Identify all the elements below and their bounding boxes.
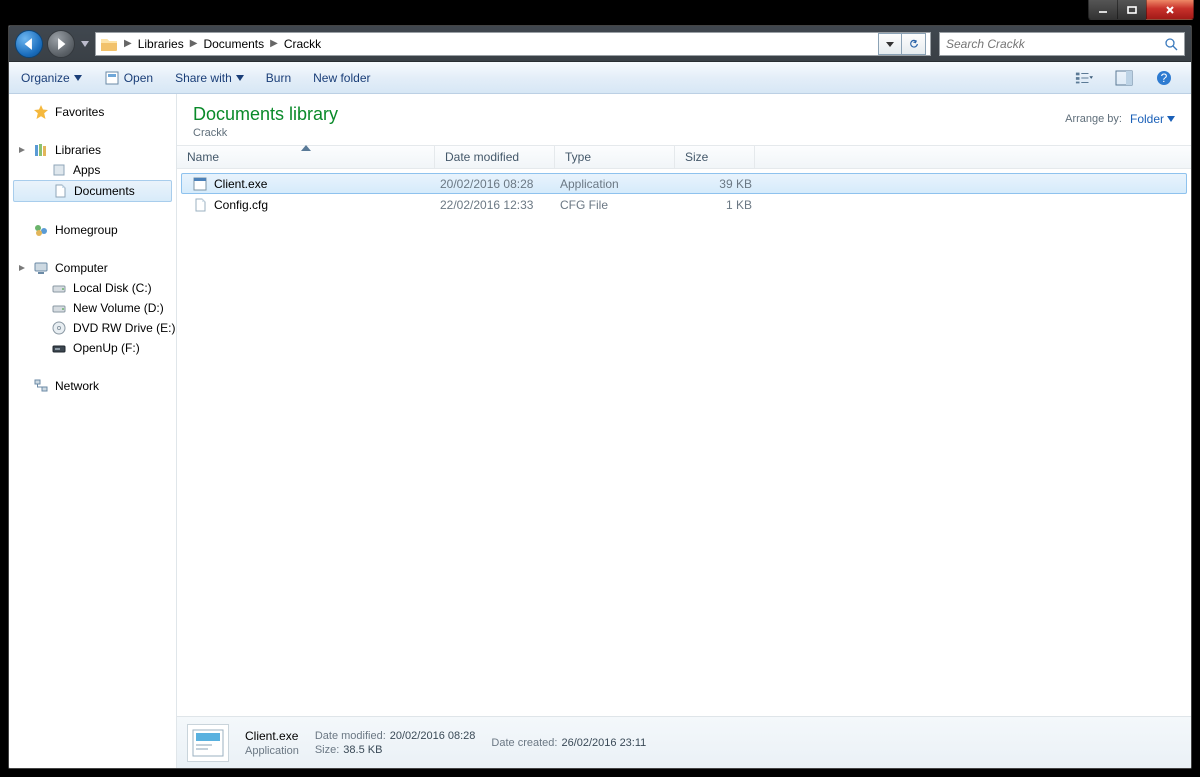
removable-icon: [51, 340, 67, 356]
details-size-value: 38.5 KB: [343, 744, 382, 756]
sidebar-drive-e[interactable]: DVD RW Drive (E:) W: [9, 318, 176, 338]
address-bar: ▶ Libraries ▶ Documents ▶ Crackk: [9, 26, 1191, 62]
crumb-2[interactable]: Crackk: [280, 37, 325, 51]
collapse-icon[interactable]: [17, 145, 27, 155]
sidebar-item-documents[interactable]: Documents: [13, 180, 172, 202]
preview-pane-button[interactable]: [1109, 67, 1139, 89]
open-icon: [104, 70, 120, 86]
file-type: Application: [556, 177, 676, 191]
svg-text:?: ?: [1161, 71, 1168, 85]
open-button[interactable]: Open: [104, 70, 153, 86]
sidebar-favorites[interactable]: Favorites: [9, 102, 176, 122]
libraries-icon: [33, 142, 49, 158]
nav-forward-button[interactable]: [47, 30, 75, 58]
file-type: CFG File: [556, 198, 676, 212]
search-box[interactable]: [939, 32, 1185, 56]
column-date[interactable]: Date modified: [435, 146, 555, 168]
close-button[interactable]: [1146, 0, 1194, 20]
disk-icon: [51, 280, 67, 296]
star-icon: [33, 104, 49, 120]
library-icon: [51, 162, 67, 178]
window-frame: ▶ Libraries ▶ Documents ▶ Crackk Organiz: [0, 0, 1200, 777]
view-options-button[interactable]: [1069, 67, 1099, 89]
burn-button[interactable]: Burn: [266, 71, 291, 85]
details-created-label: Date created:: [491, 737, 557, 749]
folder-icon: [100, 36, 118, 52]
new-folder-button[interactable]: New folder: [313, 71, 370, 85]
documents-icon: [52, 183, 68, 199]
arrange-label: Arrange by:: [1065, 113, 1122, 125]
explorer-window: ▶ Libraries ▶ Documents ▶ Crackk Organiz: [8, 25, 1192, 769]
chevron-right-icon: ▶: [190, 38, 198, 49]
details-modified-value: 20/02/2016 08:28: [390, 730, 476, 742]
maximize-button[interactable]: [1117, 0, 1147, 20]
sort-ascending-icon: [301, 145, 311, 151]
library-title: Documents library: [193, 104, 338, 125]
breadcrumb: ▶ Libraries ▶ Documents ▶ Crackk: [124, 37, 325, 51]
sidebar-drive-c[interactable]: Local Disk (C:): [9, 278, 176, 298]
details-size-label: Size:: [315, 744, 339, 756]
content-area: Documents library Crackk Arrange by: Fol…: [177, 94, 1191, 768]
column-size[interactable]: Size: [675, 146, 755, 168]
share-menu[interactable]: Share with: [175, 71, 244, 85]
file-date: 22/02/2016 12:33: [436, 198, 556, 212]
search-icon: [1164, 37, 1178, 51]
crumb-1[interactable]: Documents: [199, 37, 268, 51]
nav-back-button[interactable]: [15, 30, 43, 58]
app-icon: [192, 176, 208, 192]
refresh-button[interactable]: [902, 33, 926, 55]
sidebar-drive-f[interactable]: OpenUp (F:): [9, 338, 176, 358]
file-list: Client.exe 20/02/2016 08:28Application39 …: [177, 169, 1191, 219]
sidebar-computer[interactable]: Computer: [9, 258, 176, 278]
network-icon: [33, 378, 49, 394]
file-size: 39 KB: [676, 177, 756, 191]
column-headers: Name Date modified Type Size: [177, 145, 1191, 169]
chevron-right-icon: ▶: [270, 38, 278, 49]
sidebar-libraries[interactable]: Libraries: [9, 140, 176, 160]
file-name: Client.exe: [214, 177, 267, 191]
file-size: 1 KB: [676, 198, 756, 212]
chevron-right-icon: ▶: [124, 38, 132, 49]
computer-icon: [33, 260, 49, 276]
file-date: 20/02/2016 08:28: [436, 177, 556, 191]
file-row[interactable]: Client.exe 20/02/2016 08:28Application39 …: [181, 173, 1187, 194]
address-dropdown[interactable]: [878, 33, 902, 55]
column-name[interactable]: Name: [177, 146, 435, 168]
library-subtitle: Crackk: [193, 127, 338, 139]
collapse-icon[interactable]: [17, 263, 27, 273]
crumb-0[interactable]: Libraries: [134, 37, 188, 51]
details-modified-label: Date modified:: [315, 730, 386, 742]
disk-icon: [51, 300, 67, 316]
sidebar-item-apps[interactable]: Apps: [9, 160, 176, 180]
search-input[interactable]: [946, 37, 1164, 51]
nav-history-dropdown[interactable]: [79, 30, 91, 58]
details-icon: [187, 724, 229, 762]
minimize-button[interactable]: [1088, 0, 1118, 20]
arrange-by[interactable]: Arrange by: Folder: [1065, 104, 1175, 126]
navigation-pane: Favorites Libraries Apps Doc: [9, 94, 177, 768]
column-type[interactable]: Type: [555, 146, 675, 168]
address-field[interactable]: ▶ Libraries ▶ Documents ▶ Crackk: [95, 32, 931, 56]
file-icon: [192, 197, 208, 213]
sidebar-network[interactable]: Network: [9, 376, 176, 396]
details-pane: Client.exe Application Date modified: 20/…: [177, 716, 1191, 768]
library-header: Documents library Crackk Arrange by: Fol…: [177, 94, 1191, 145]
details-filename: Client.exe: [245, 729, 299, 743]
sidebar-drive-d[interactable]: New Volume (D:): [9, 298, 176, 318]
arrange-value[interactable]: Folder: [1130, 112, 1175, 126]
sidebar-homegroup[interactable]: Homegroup: [9, 220, 176, 240]
file-row[interactable]: Config.cfg 22/02/2016 12:33CFG File1 KB: [181, 194, 1187, 215]
details-filetype: Application: [245, 745, 299, 757]
window-controls: [1089, 0, 1194, 20]
organize-menu[interactable]: Organize: [21, 71, 82, 85]
details-created-value: 26/02/2016 23:11: [561, 737, 646, 749]
homegroup-icon: [33, 222, 49, 238]
dvd-icon: [51, 320, 67, 336]
help-button[interactable]: ?: [1149, 67, 1179, 89]
file-name: Config.cfg: [214, 198, 268, 212]
command-bar: Organize Open Share with Burn New folder…: [9, 62, 1191, 94]
